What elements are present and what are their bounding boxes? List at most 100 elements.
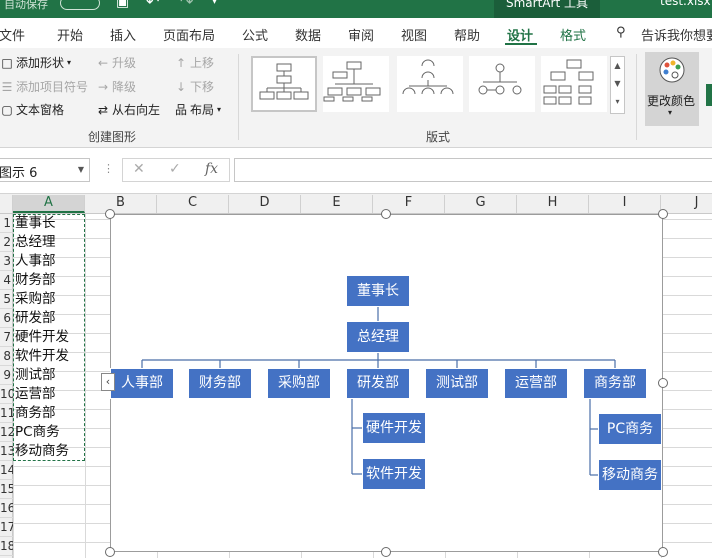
cell-a3[interactable]: 人事部 [15,252,56,271]
org-node-department[interactable]: 测试部 [425,368,489,399]
text-pane-button[interactable]: ▢ 文本窗格 [0,101,64,118]
org-node-department[interactable]: 采购部 [267,368,331,399]
row-header[interactable]: 18 [0,537,13,556]
org-node-department[interactable]: 财务部 [188,368,252,399]
cell-a1[interactable]: 董事长 [15,214,56,233]
row-header[interactable]: 4 [0,271,13,290]
add-shape-button[interactable]: □ 添加形状 ▾ [0,54,71,71]
row-header[interactable]: 5 [0,290,13,309]
row-header[interactable]: 15 [0,480,13,499]
row-header[interactable]: 7 [0,328,13,347]
layout-circle-picture-hierarchy[interactable] [469,56,535,112]
tab-design[interactable]: 设计 [507,25,533,44]
promote-button[interactable]: ← 升级 [96,54,136,71]
org-node-chairman[interactable]: 董事长 [346,275,410,307]
resize-handle-right[interactable] [658,378,668,388]
resize-handle-bottom-right[interactable] [658,547,668,557]
resize-handle-top-right[interactable] [658,209,668,219]
tab-view[interactable]: 视图 [401,25,427,44]
tab-format[interactable]: 格式 [560,25,586,44]
cancel-icon[interactable]: ✕ [133,161,145,177]
layout-org-chart[interactable] [251,56,317,112]
more-options-icon[interactable]: ⋮ [103,162,114,175]
row-header[interactable]: 3 [0,252,13,271]
tell-me-box[interactable]: 告诉我你想要 [641,25,712,44]
resize-handle-bottom[interactable] [381,547,391,557]
autosave-toggle[interactable] [60,0,100,10]
undo-icon[interactable]: ↶ [146,0,159,11]
column-header-i[interactable]: I [589,195,661,213]
row-header[interactable]: 9 [0,366,13,385]
scroll-up-icon[interactable]: ▲ [611,57,624,75]
customize-qat-icon[interactable]: ▾ [212,0,217,7]
cell-a7[interactable]: 硬件开发 [15,328,69,347]
name-box[interactable]: 图示 6 ▼ [0,158,90,182]
cell-a11[interactable]: 商务部 [15,404,56,423]
column-header-c[interactable]: C [157,195,229,213]
resize-handle-bottom-left[interactable] [105,547,115,557]
style-swatch[interactable] [706,84,712,106]
gallery-more-icon[interactable]: ▾ [611,93,624,111]
tab-file[interactable]: 文件 [0,25,25,44]
column-header-d[interactable]: D [229,195,301,213]
tab-review[interactable]: 审阅 [348,25,374,44]
insert-function-icon[interactable]: fx [205,161,218,177]
org-node-department[interactable]: 人事部 [110,368,174,399]
demote-button[interactable]: → 降级 [96,78,136,95]
tab-page-layout[interactable]: 页面布局 [163,25,215,44]
column-header-b[interactable]: B [85,195,157,213]
row-header[interactable]: 12 [0,423,13,442]
org-node-sub[interactable]: 移动商务 [598,459,662,491]
select-all-corner[interactable] [0,195,13,213]
org-node-department[interactable]: 运营部 [504,368,568,399]
cell-a6[interactable]: 研发部 [15,309,56,328]
org-node-sub[interactable]: PC商务 [598,413,662,445]
cell-a2[interactable]: 总经理 [15,233,56,252]
column-header-e[interactable]: E [301,195,373,213]
row-header[interactable]: 2 [0,233,13,252]
column-header-h[interactable]: H [517,195,589,213]
org-node-general-manager[interactable]: 总经理 [346,321,410,353]
change-colors-button[interactable]: 更改颜色 ▾ [645,52,699,126]
enter-check-icon[interactable]: ✓ [169,161,181,177]
row-header[interactable]: 13 [0,442,13,461]
row-header[interactable]: 17 [0,518,13,537]
redo-icon[interactable]: ↷ [180,0,193,11]
layout-gallery-scroller[interactable]: ▲ ▼ ▾ [610,56,625,114]
layout-name-title-org[interactable] [323,56,389,112]
column-header-a[interactable]: A [13,195,85,213]
row-header[interactable]: 11 [0,404,13,423]
chevron-down-icon[interactable]: ▼ [78,165,84,174]
cell-a8[interactable]: 软件开发 [15,347,69,366]
move-down-button[interactable]: ↓ 下移 [174,78,214,95]
tab-help[interactable]: 帮助 [454,25,480,44]
layout-button[interactable]: 品布局 ▾ [174,101,221,118]
text-pane-toggle-icon[interactable]: ‹ [101,373,115,391]
row-header[interactable]: 1 [0,214,13,233]
column-header-j[interactable]: J [661,195,712,213]
org-node-sub[interactable]: 硬件开发 [362,412,426,444]
cell-a13[interactable]: 移动商务 [15,442,69,461]
formula-input[interactable] [234,158,712,182]
scroll-down-icon[interactable]: ▼ [611,75,624,93]
add-bullet-button[interactable]: ☰ 添加项目符号 [0,78,88,95]
row-header[interactable]: 8 [0,347,13,366]
right-to-left-button[interactable]: ⇄ 从右向左 [96,101,160,118]
cell-a10[interactable]: 运营部 [15,385,56,404]
row-header[interactable]: 14 [0,461,13,480]
row-header[interactable]: 16 [0,499,13,518]
save-icon[interactable]: ▣ [116,0,129,10]
move-up-button[interactable]: ↑ 上移 [174,54,214,71]
org-node-sub[interactable]: 软件开发 [362,458,426,490]
cell-a12[interactable]: PC商务 [15,423,60,442]
layout-half-circle-org[interactable] [397,56,463,112]
cell-a5[interactable]: 采购部 [15,290,56,309]
layout-hierarchy[interactable] [541,56,607,112]
tab-formulas[interactable]: 公式 [242,25,268,44]
tab-home[interactable]: 开始 [57,25,83,44]
tab-data[interactable]: 数据 [295,25,321,44]
cell-a4[interactable]: 财务部 [15,271,56,290]
row-header[interactable]: 10 [0,385,13,404]
resize-handle-top[interactable] [381,209,391,219]
cell-a9[interactable]: 测试部 [15,366,56,385]
